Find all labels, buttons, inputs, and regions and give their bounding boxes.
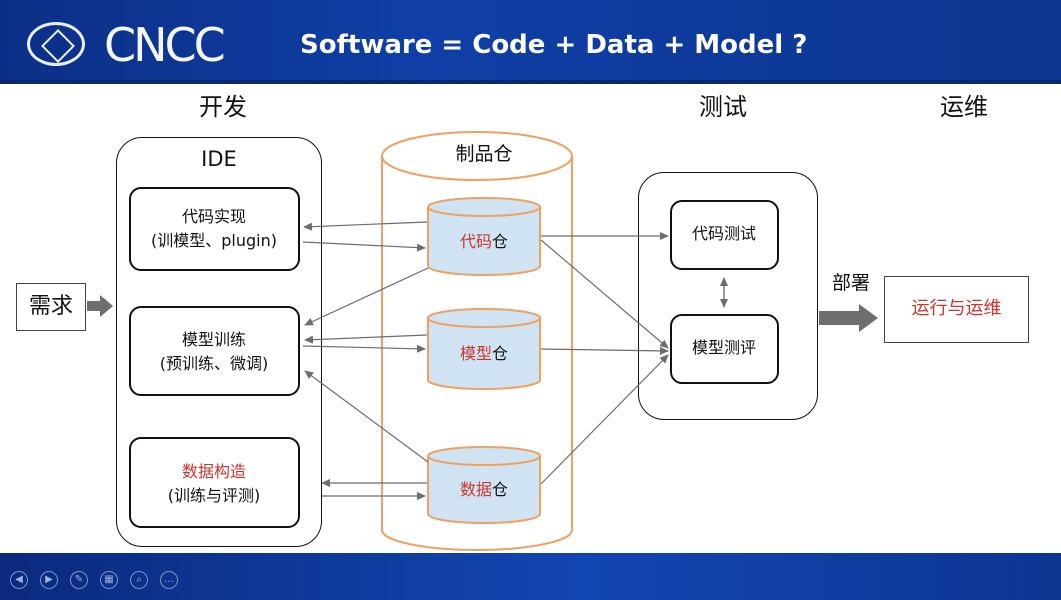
deploy-arrow (819, 304, 878, 332)
next-icon[interactable]: ▶ (40, 571, 58, 589)
data-repo-label: 数据仓 (460, 480, 508, 499)
prev-icon[interactable]: ◀ (10, 571, 28, 589)
pen-icon[interactable]: ✎ (70, 571, 88, 589)
slide: CNCC Software = Code + Data + Model ? 开发… (0, 0, 1061, 600)
repo-title: 制品仓 (455, 143, 512, 165)
zoom-icon[interactable]: ⌕ (130, 571, 148, 589)
code-repo-label: 代码仓 (460, 232, 508, 251)
requirement-arrow (87, 295, 113, 317)
diagram-connectors: 制品仓 代码仓 模型仓 数据仓 (87, 131, 878, 551)
footer-band (0, 553, 1061, 600)
more-icon[interactable]: … (160, 571, 178, 589)
slides-icon[interactable]: ▦ (100, 571, 118, 589)
model-repo-label: 模型仓 (460, 344, 508, 363)
